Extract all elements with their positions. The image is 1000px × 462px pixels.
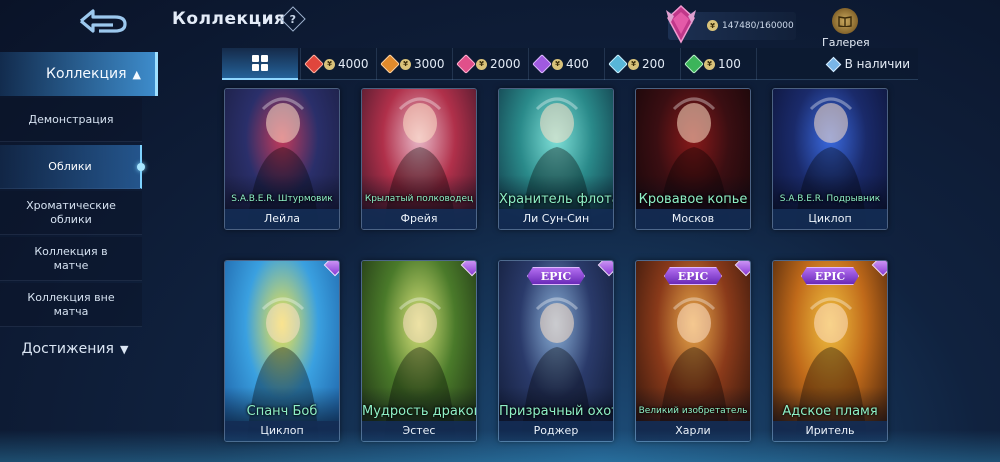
page-title: Коллекция	[172, 9, 286, 29]
skin-card[interactable]: Спанч БобЦиклоп	[224, 260, 340, 442]
filter-all-button[interactable]	[222, 48, 298, 80]
coin-icon: ¥	[628, 58, 639, 70]
skin-card[interactable]: S.A.B.E.R. Штурмовик Лейла	[224, 88, 340, 230]
filter-tier-4000[interactable]: ¥ 4000	[300, 48, 369, 80]
available-label: В наличии	[844, 57, 910, 71]
sidebar-item-label: Коллекция вне матча	[27, 290, 115, 318]
checkbox-diamond-icon	[825, 56, 841, 72]
active-indicator-dot	[137, 163, 145, 171]
skin-card[interactable]: EPICПризрачный охотникРоджер	[498, 260, 614, 442]
tier-value: 2000	[490, 57, 521, 71]
skin-card[interactable]: Хранитель флота Ли Сун-Син	[498, 88, 614, 230]
tier-gem-icon	[684, 54, 704, 74]
top-bar: Коллекция ? ¥ 147480/160000 Галерея	[0, 0, 1000, 49]
chevron-up-icon: ▲	[132, 67, 141, 81]
sidebar-item-demonstration[interactable]: Демонстрация	[0, 98, 142, 142]
skin-name: Великий изобретатель	[638, 406, 748, 416]
skin-card[interactable]: Мудрость драконаЭстес	[361, 260, 477, 442]
epic-badge: EPIC	[801, 267, 859, 285]
grid-icon	[252, 55, 268, 71]
sidebar-item-label: Хроматические облики	[26, 198, 116, 226]
tier-gem-icon	[532, 54, 552, 74]
skin-name: Крылатый полководец	[364, 194, 474, 204]
skin-card[interactable]: Крылатый полководец Фрейя	[361, 88, 477, 230]
sidebar-item-in-match[interactable]: Коллекция в матче	[0, 237, 142, 281]
sidebar-item-label: Коллекция в матче	[34, 244, 108, 272]
filter-tier-400[interactable]: ¥ 400	[528, 48, 589, 80]
sidebar-item-skins[interactable]: Облики	[0, 145, 145, 189]
tier-filter-bar: ¥ 4000 ¥ 3000 ¥ 2000 ¥ 400 ¥ 200 ¥ 100 В…	[222, 48, 918, 80]
hero-name: Лейла	[225, 209, 339, 229]
skin-card[interactable]: S.A.B.E.R. Подрывник Циклоп	[772, 88, 888, 230]
coin-icon: ¥	[476, 58, 487, 70]
chevron-down-icon: ▼	[119, 342, 129, 356]
back-arrow-icon	[79, 9, 127, 33]
tier-value: 3000	[414, 57, 445, 71]
skin-name: S.A.B.E.R. Подрывник	[779, 194, 881, 204]
hero-name: Фрейя	[362, 209, 476, 229]
sidebar-item-collection[interactable]: Коллекция ▲	[0, 52, 158, 96]
tier-gem-icon	[304, 54, 324, 74]
coin-icon: ¥	[552, 58, 563, 70]
skin-card[interactable]: EPICВеликий изобретательХарли	[635, 260, 751, 442]
tier-gem-icon	[608, 54, 628, 74]
gallery-book-icon	[832, 8, 858, 34]
filter-divider	[756, 48, 763, 80]
epic-badge: EPIC	[527, 267, 585, 285]
sidebar-item-label: Коллекция	[46, 66, 127, 82]
coin-icon: ¥	[400, 58, 411, 70]
tier-value: 400	[566, 57, 589, 71]
sidebar-item-achievements[interactable]: Достижения ▼	[0, 336, 150, 362]
skin-name: Мудрость дракона	[362, 404, 476, 419]
sidebar-item-label: Демонстрация	[28, 112, 114, 126]
skin-name: Хранитель флота	[499, 192, 614, 207]
coin-icon: ¥	[704, 58, 715, 70]
collector-rank-icon	[666, 4, 696, 44]
tier-value: 100	[718, 57, 741, 71]
sidebar-item-label: Достижения	[21, 341, 114, 357]
bottom-glow	[0, 430, 1000, 462]
filter-tier-3000[interactable]: ¥ 3000	[376, 48, 445, 80]
coin-icon: ¥	[324, 58, 335, 70]
filter-tier-200[interactable]: ¥ 200	[604, 48, 665, 80]
epic-badge: EPIC	[664, 267, 722, 285]
hero-name: Циклоп	[773, 209, 887, 229]
hero-name: Ли Сун-Син	[499, 209, 613, 229]
hero-name: Москов	[636, 209, 750, 229]
skin-name: S.A.B.E.R. Штурмовик	[231, 194, 333, 204]
skin-name: Спанч Боб	[246, 404, 318, 419]
tier-gem-icon	[380, 54, 400, 74]
tier-value: 200	[642, 57, 665, 71]
skin-name: Кровавое копье	[638, 192, 748, 207]
skin-card[interactable]: Кровавое копье Москов	[635, 88, 751, 230]
sidebar-item-label: Облики	[48, 159, 92, 173]
available-toggle[interactable]: В наличии	[825, 48, 910, 80]
collection-points: 147480/160000	[722, 21, 794, 31]
skin-card[interactable]: EPICАдское пламяИритель	[772, 260, 888, 442]
back-button[interactable]	[72, 6, 134, 36]
sidebar-item-chroma-skins[interactable]: Хроматические облики	[0, 191, 142, 235]
skin-name: Призрачный охотник	[499, 404, 613, 419]
filter-tier-2000[interactable]: ¥ 2000	[452, 48, 521, 80]
filter-tier-100[interactable]: ¥ 100	[680, 48, 741, 80]
sidebar-item-out-of-match[interactable]: Коллекция вне матча	[0, 283, 142, 327]
gallery-button[interactable]: Галерея	[822, 8, 870, 49]
skin-name: Адское пламя	[782, 404, 878, 419]
tier-value: 4000	[338, 57, 369, 71]
points-coin-icon: ¥	[707, 20, 718, 31]
sidebar: Коллекция ▲ Демонстрация Облики Хроматич…	[0, 52, 160, 372]
tier-gem-icon	[456, 54, 476, 74]
